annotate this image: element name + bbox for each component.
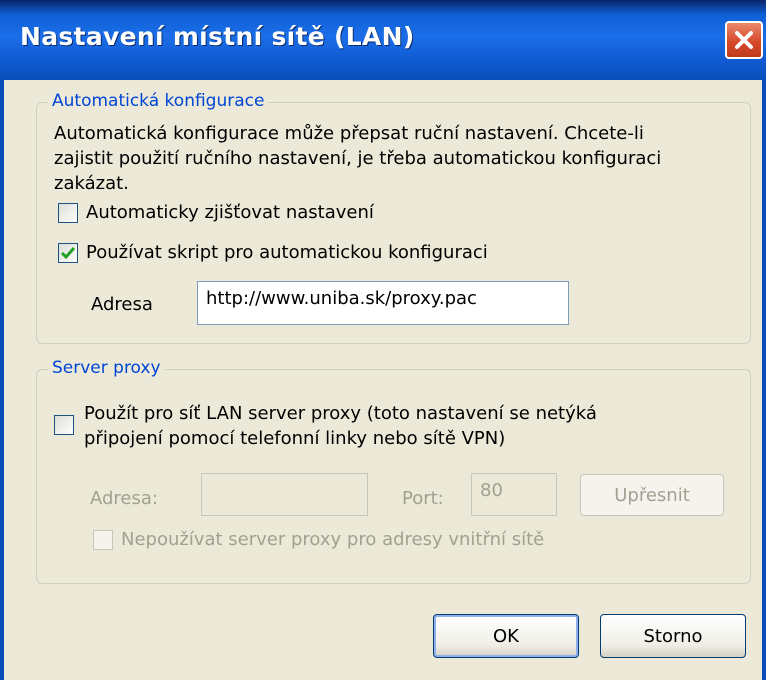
auto-config-description-line-2: zajistit použití ručního nastavení, je t… xyxy=(54,148,662,169)
use-script-label[interactable]: Používat skript pro automatickou konfigu… xyxy=(86,240,488,265)
use-proxy-checkbox[interactable] xyxy=(54,415,74,435)
use-proxy-label-line-1[interactable]: Použít pro síť LAN server proxy (toto na… xyxy=(84,401,597,426)
script-address-input[interactable]: http://www.uniba.sk/proxy.pac xyxy=(197,281,569,325)
auto-detect-label[interactable]: Automaticky zjišťovat nastavení xyxy=(86,200,374,225)
checkmark-icon xyxy=(60,247,76,260)
close-icon xyxy=(735,31,753,49)
cancel-button[interactable]: Storno xyxy=(600,614,746,658)
use-script-checkbox[interactable] xyxy=(58,243,78,263)
auto-config-legend: Automatická konfigurace xyxy=(48,91,269,111)
proxy-server-legend: Server proxy xyxy=(48,358,165,378)
bypass-local-label[interactable]: Nepoužívat server proxy pro adresy vnitř… xyxy=(121,527,544,552)
lan-settings-dialog: Nastavení místní sítě (LAN) Automatická … xyxy=(0,0,766,680)
window-title: Nastavení místní sítě (LAN) xyxy=(20,22,415,51)
advanced-button[interactable]: Upřesnit xyxy=(580,474,724,516)
ok-button[interactable]: OK xyxy=(433,614,579,658)
auto-detect-checkbox[interactable] xyxy=(58,203,78,223)
proxy-address-input[interactable] xyxy=(201,473,368,516)
proxy-address-label: Adresa: xyxy=(90,488,158,509)
proxy-port-label: Port: xyxy=(402,488,444,509)
title-bar[interactable]: Nastavení místní sítě (LAN) xyxy=(0,0,766,80)
use-proxy-label-line-2[interactable]: připojení pomocí telefonní linky nebo sí… xyxy=(84,426,505,451)
close-button[interactable] xyxy=(725,21,763,59)
window-frame-right xyxy=(762,80,766,680)
window-frame-left xyxy=(0,80,4,680)
auto-config-description-line-1: Automatická konfigurace může přepsat ruč… xyxy=(54,123,644,144)
proxy-port-input[interactable]: 80 xyxy=(471,473,557,516)
bypass-local-checkbox[interactable] xyxy=(93,530,113,550)
script-address-label: Adresa xyxy=(91,294,153,315)
auto-config-description-line-3: zakázat. xyxy=(54,173,129,194)
